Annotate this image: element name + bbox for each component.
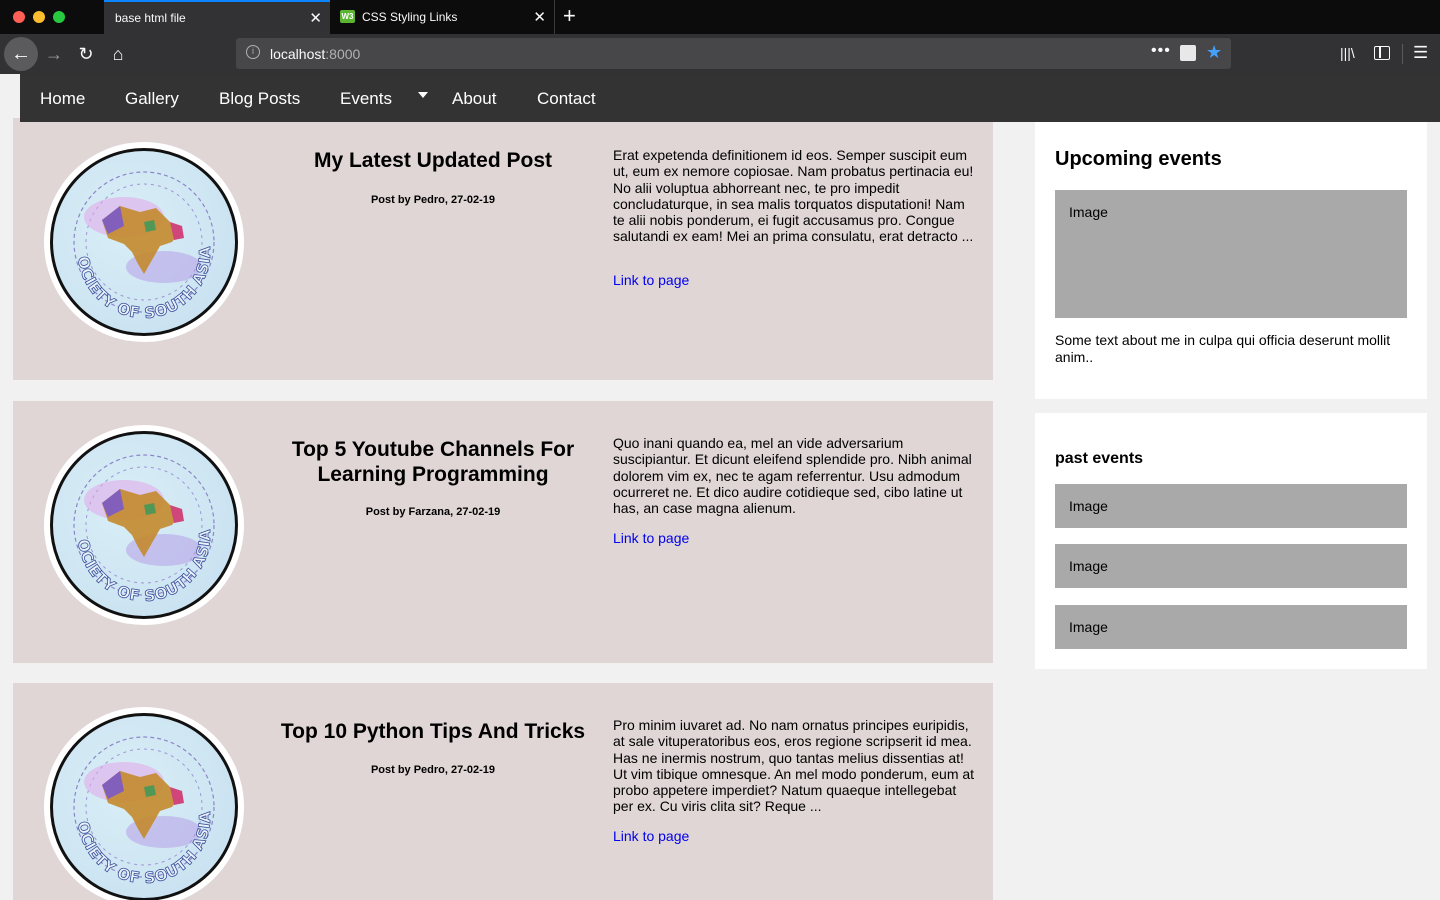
minimize-window-button[interactable] <box>33 11 45 23</box>
nav-about[interactable]: About <box>452 89 496 109</box>
post-excerpt: Quo inani quando ea, mel an vide adversa… <box>613 435 972 517</box>
toolbar-divider <box>1402 44 1403 64</box>
browser-tab-bar: base html file ✕ W3 CSS Styling Links ✕ … <box>0 0 1440 34</box>
sidebar-toggle-icon[interactable] <box>1374 46 1390 60</box>
upcoming-events-text: Some text about me in culpa qui officia … <box>1055 332 1391 365</box>
bookmark-star-icon[interactable]: ★ <box>1206 42 1222 63</box>
society-logo-art: SOCIETY OF SOUTH ASIA <box>44 142 215 323</box>
post-link[interactable]: Link to page <box>613 272 689 288</box>
nav-blog-posts[interactable]: Blog Posts <box>219 89 300 109</box>
reload-icon[interactable]: ↻ <box>74 34 98 74</box>
forward-arrow-icon[interactable]: → <box>42 34 66 74</box>
past-events-card: past events Image Image Image <box>1035 413 1427 669</box>
blog-post-card: SOCIETY OF SOUTH ASIA Top 10 Python Tips… <box>13 683 993 900</box>
upcoming-events-card: Upcoming events Image Some text about me… <box>1035 122 1427 399</box>
home-icon[interactable]: ⌂ <box>106 34 130 74</box>
post-title: My Latest Updated Post <box>313 149 553 172</box>
dropdown-caret-icon[interactable] <box>418 92 428 98</box>
society-logo-art: SOCIETY OF SOUTH ASIA <box>44 425 215 606</box>
society-logo: SOCIETY OF SOUTH ASIA <box>44 142 244 342</box>
post-title: Top 5 Youtube Channels For Learning Prog… <box>291 438 575 486</box>
tab-title: CSS Styling Links <box>362 10 458 24</box>
nav-gallery[interactable]: Gallery <box>125 89 179 109</box>
hamburger-menu-icon[interactable]: ☰ <box>1413 43 1428 63</box>
url-port: :8000 <box>325 46 361 62</box>
image-placeholder: Image <box>1055 484 1407 528</box>
browser-toolbar: ← → ↻ ⌂ i localhost:8000 ••• ★ |||\ ☰ <box>0 34 1440 74</box>
post-meta: Post by Farzana, 27-02-19 <box>365 506 501 518</box>
url-host: localhost <box>270 46 326 62</box>
society-logo-art: SOCIETY OF SOUTH ASIA <box>44 707 215 888</box>
close-tab-icon[interactable]: ✕ <box>533 8 546 26</box>
site-navigation: Home Gallery Blog Posts Events About Con… <box>20 74 1440 122</box>
screenshot-icon[interactable] <box>1180 45 1196 61</box>
close-window-button[interactable] <box>13 11 25 23</box>
post-title: Top 10 Python Tips And Tricks <box>280 720 586 743</box>
post-link[interactable]: Link to page <box>613 530 689 546</box>
post-excerpt: Pro minim iuvaret ad. No nam ornatus pri… <box>613 717 975 815</box>
blog-post-card: SOCIETY OF SOUTH ASIA My Latest Updated … <box>13 118 993 380</box>
back-arrow-icon[interactable]: ← <box>4 37 38 71</box>
nav-home[interactable]: Home <box>40 89 85 109</box>
info-icon[interactable]: i <box>246 45 260 59</box>
society-logo: SOCIETY OF SOUTH ASIA <box>44 425 244 625</box>
nav-contact[interactable]: Contact <box>537 89 596 109</box>
post-link[interactable]: Link to page <box>613 828 689 844</box>
image-placeholder: Image <box>1055 190 1407 318</box>
w3schools-favicon-icon: W3 <box>340 10 355 23</box>
tab-base-html-file[interactable]: base html file ✕ <box>104 0 330 34</box>
new-tab-button[interactable]: + <box>563 4 576 28</box>
post-excerpt: Erat expetenda definitionem id eos. Semp… <box>613 147 974 245</box>
close-tab-icon[interactable]: ✕ <box>309 9 322 27</box>
url-bar[interactable]: i localhost:8000 ••• ★ <box>236 38 1231 69</box>
tab-title: base html file <box>115 11 186 25</box>
image-placeholder: Image <box>1055 605 1407 649</box>
tab-css-styling-links[interactable]: W3 CSS Styling Links ✕ <box>331 0 555 34</box>
page-actions-icon[interactable]: ••• <box>1151 42 1171 60</box>
blog-post-card: SOCIETY OF SOUTH ASIA Top 5 Youtube Chan… <box>13 401 993 663</box>
web-page: SOCIETY OF SOUTH ASIA My Latest Updated … <box>0 74 1440 900</box>
nav-events[interactable]: Events <box>340 89 392 109</box>
post-meta: Post by Pedro, 27-02-19 <box>370 194 496 206</box>
url-text[interactable]: localhost:8000 <box>270 46 360 62</box>
society-logo: SOCIETY OF SOUTH ASIA <box>44 707 244 900</box>
image-placeholder: Image <box>1055 544 1407 588</box>
library-icon[interactable]: |||\ <box>1340 45 1355 61</box>
upcoming-events-title: Upcoming events <box>1055 148 1222 170</box>
post-meta: Post by Pedro, 27-02-19 <box>370 764 496 776</box>
past-events-title: past events <box>1055 450 1144 467</box>
maximize-window-button[interactable] <box>53 11 65 23</box>
